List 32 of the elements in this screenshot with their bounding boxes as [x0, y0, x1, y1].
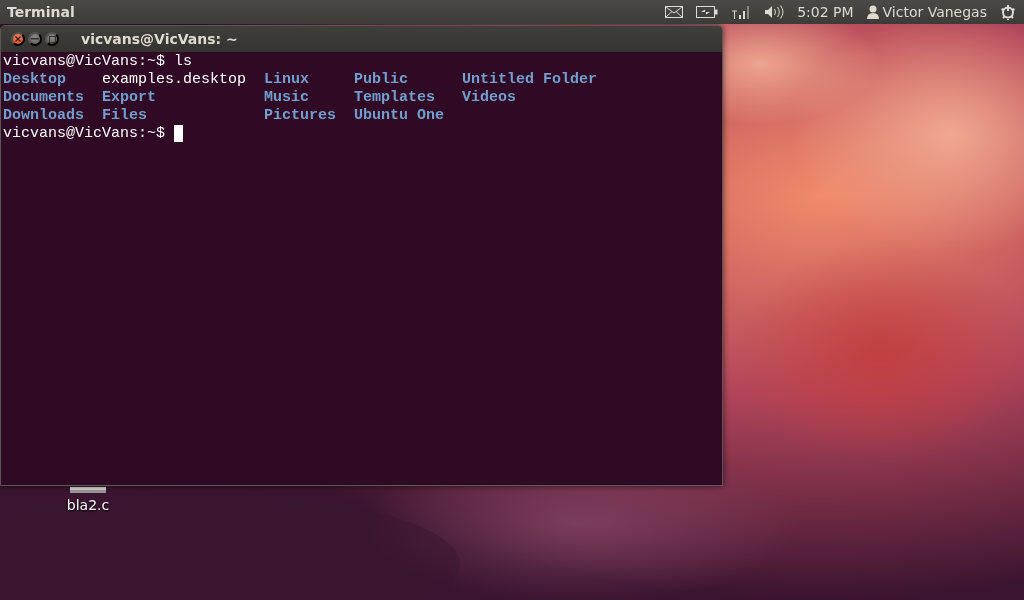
directory-name: Templates [354, 89, 436, 107]
signal-icon[interactable] [731, 5, 752, 19]
directory-name: Untitled Folder [462, 71, 598, 89]
volume-icon[interactable] [764, 5, 785, 19]
directory-name: Ubuntu One [354, 107, 445, 125]
directory-name: Downloads [3, 107, 84, 125]
battery-icon[interactable] [696, 6, 719, 18]
person-icon[interactable] [866, 5, 879, 19]
directory-name: Videos [462, 89, 517, 107]
minimize-button[interactable] [28, 32, 42, 46]
command-text: ls [174, 53, 193, 70]
close-icon[interactable] [15, 36, 21, 42]
directory-name: Public [354, 71, 409, 89]
directory-name: Pictures [264, 107, 337, 125]
directory-name: Linux [264, 71, 310, 89]
file-name: examples.desktop [102, 71, 247, 89]
close-button[interactable] [11, 32, 25, 46]
directory-name: Music [264, 89, 310, 107]
text-cursor [174, 125, 184, 142]
terminal-area[interactable]: vicvans@VicVans:~$ ls Desktop examples.desktop Linux Public Untitled Folder Documents Export Music Templates Videos Downloads Files Pictures Ubuntu One vicvans@VicVans:~$ [1, 52, 722, 485]
file-label[interactable]: bla2.c [66, 497, 110, 513]
command-prompt: vicvans@VicVans:~$ [3, 125, 166, 142]
user-name[interactable]: Victor Vanegas [882, 4, 987, 20]
directory-name: Desktop [3, 71, 66, 89]
clock[interactable]: 5:02 PM [797, 4, 854, 20]
directory-name: Files [102, 107, 148, 125]
window-title: vicvans@VicVans: ~ [81, 31, 238, 47]
command-prompt: vicvans@VicVans:~$ [3, 53, 166, 70]
mail-icon[interactable] [665, 6, 684, 18]
directory-name: Export [102, 89, 157, 107]
directory-name: Documents [3, 89, 84, 107]
app-name: Terminal [7, 4, 76, 20]
